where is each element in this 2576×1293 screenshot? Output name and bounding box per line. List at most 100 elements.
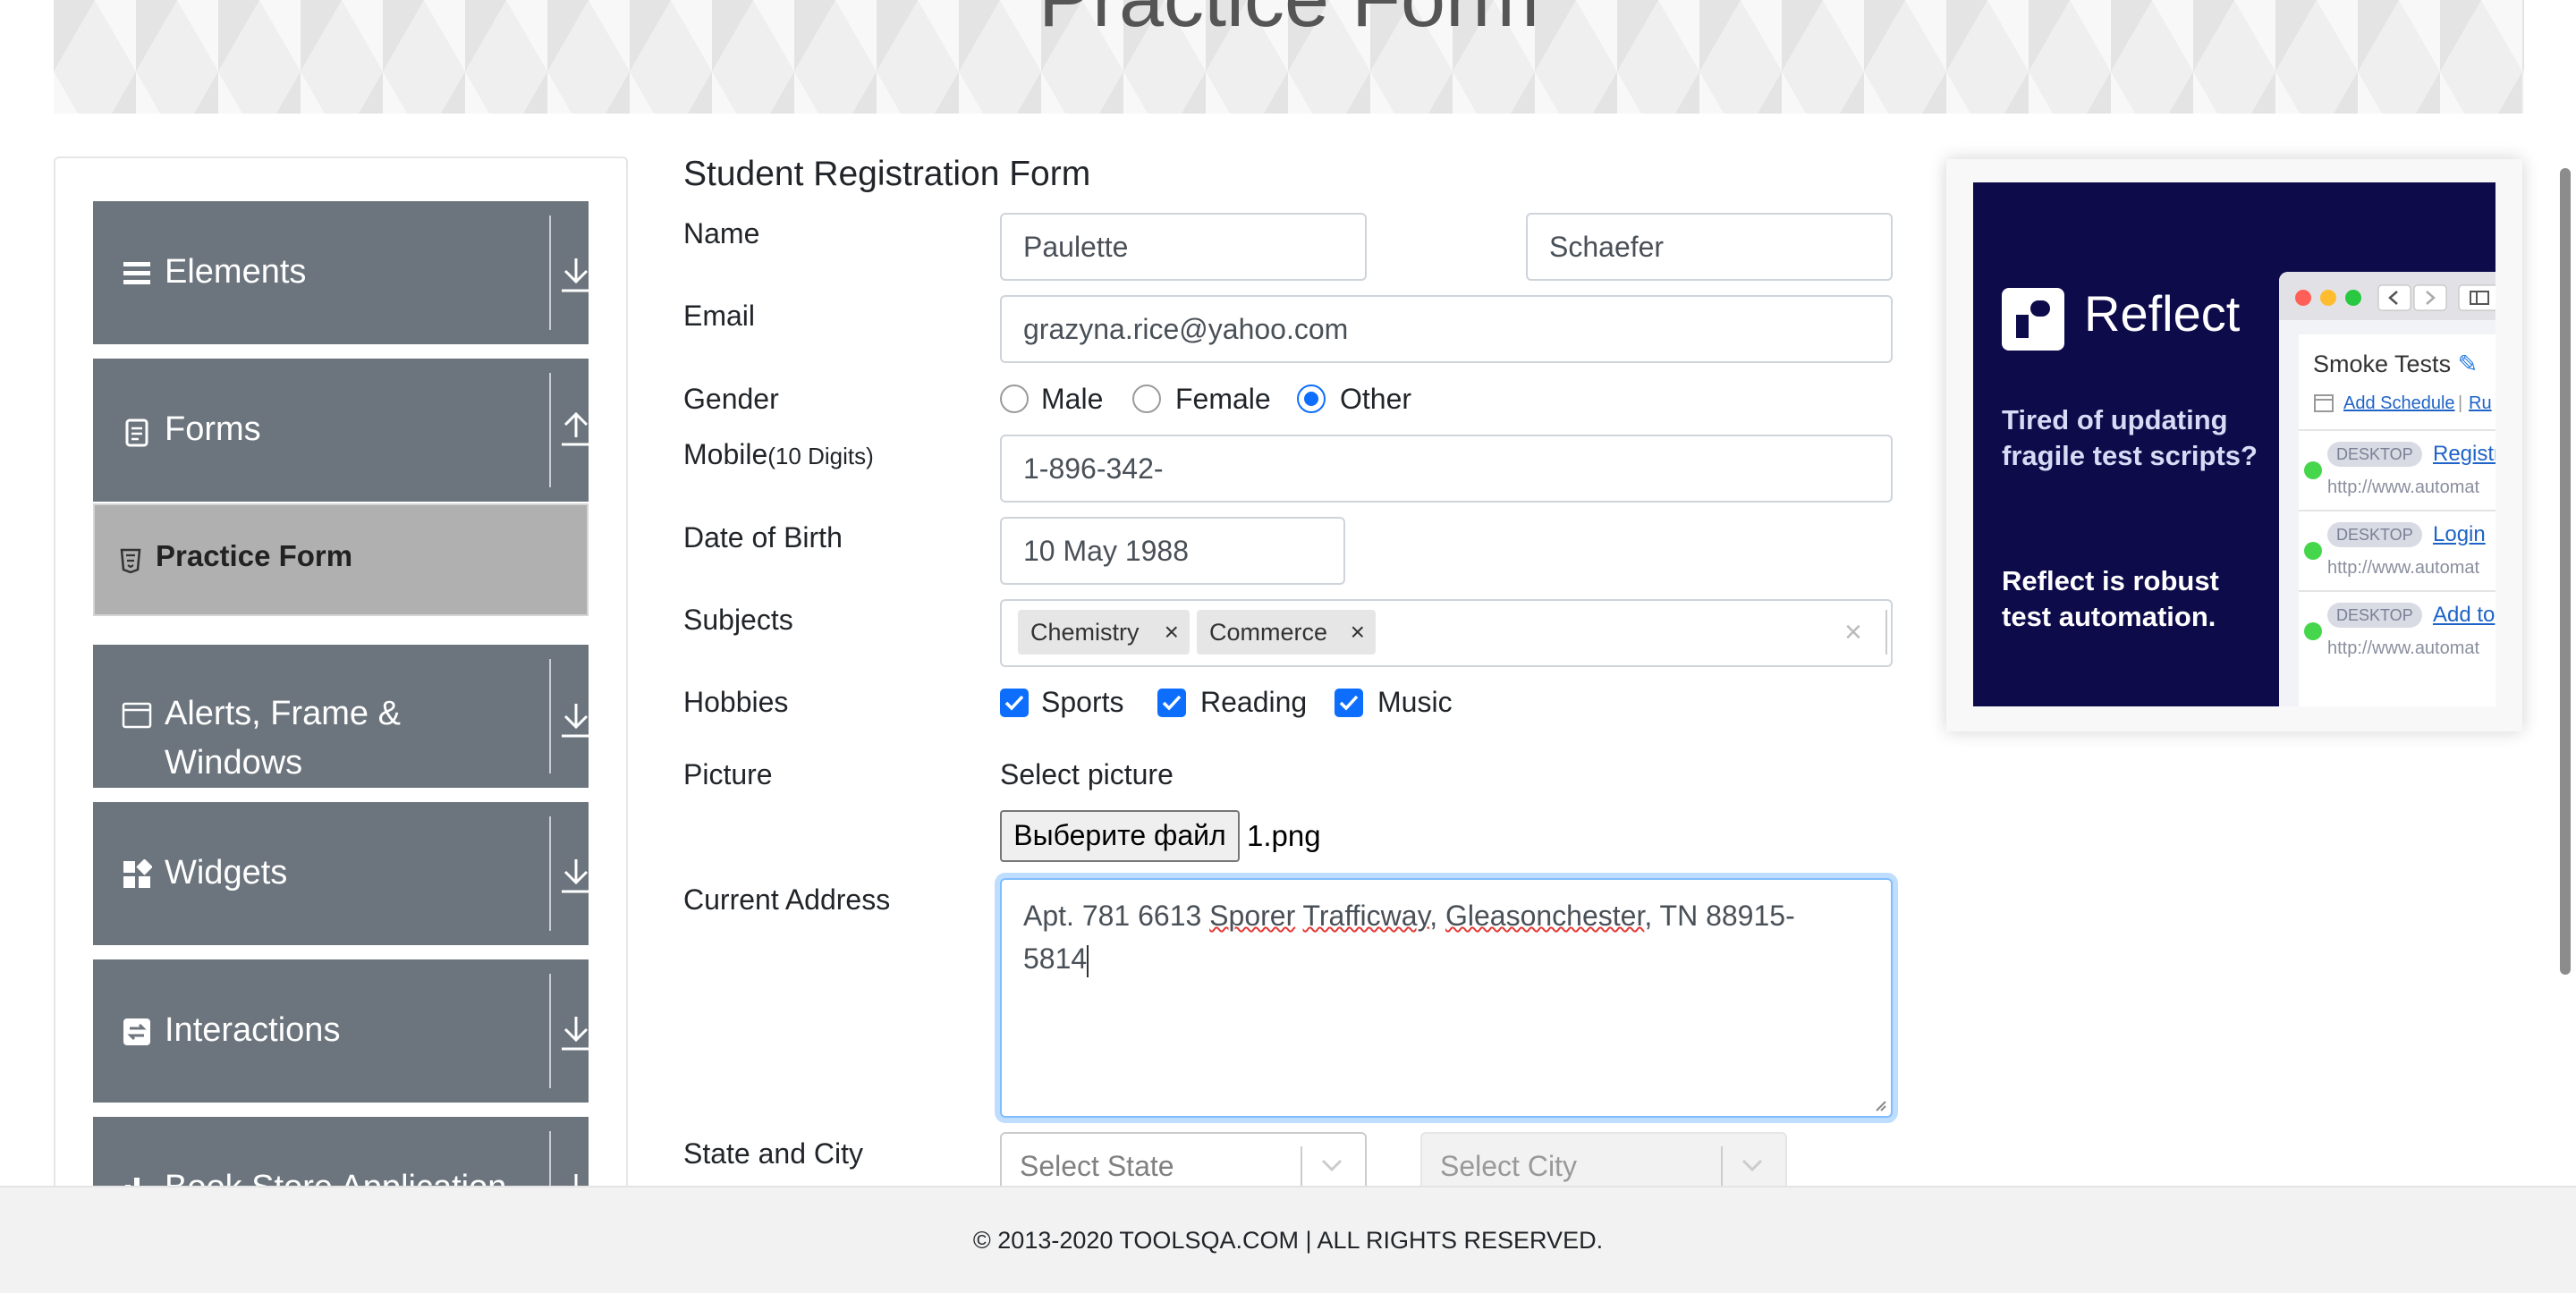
hobby-label: Sports xyxy=(1041,686,1124,718)
sidebar-group-alerts[interactable]: Alerts, Frame & Windows xyxy=(93,645,590,788)
status-dot-icon xyxy=(2304,461,2322,479)
test-url: http://www.automat xyxy=(2327,638,2480,658)
test-url: http://www.automat xyxy=(2327,477,2480,497)
address-text: 5814 xyxy=(1023,942,1088,975)
window-icon xyxy=(122,702,152,729)
gender-radio-male[interactable] xyxy=(1000,385,1029,413)
chevron-down-icon xyxy=(1321,1159,1343,1172)
hobby-checkbox-reading[interactable] xyxy=(1157,689,1186,717)
divider xyxy=(549,216,551,330)
current-address-label: Current Address xyxy=(683,883,891,916)
page-banner: Practice Form xyxy=(54,0,2524,114)
sidebar-item-label: Practice Form xyxy=(156,539,353,572)
upload-arrow-icon xyxy=(562,411,590,446)
address-text: , TN 88915- xyxy=(1644,900,1795,932)
gender-radio-other[interactable] xyxy=(1297,385,1326,413)
back-forward-icon xyxy=(2377,284,2447,311)
current-address-textarea[interactable]: Apt. 781 6613 Sporer Trafficway, Gleason… xyxy=(1000,878,1893,1118)
download-arrow-icon xyxy=(562,258,590,292)
subject-tag-label: Chemistry xyxy=(1030,619,1140,646)
ad-test-list: Smoke Tests ✎ Add Schedule | Ru DESKTOP … xyxy=(2299,334,2496,706)
divider xyxy=(549,816,551,931)
selected-file-name: 1.png xyxy=(1247,819,1321,852)
remove-tag-icon[interactable]: × xyxy=(1351,610,1365,655)
sidebar-group-forms[interactable]: Forms xyxy=(93,359,590,502)
email-label: Email xyxy=(683,300,756,332)
email-input[interactable]: grazyna.rice@yahoo.com xyxy=(1000,295,1893,363)
remove-tag-icon[interactable]: × xyxy=(1165,610,1179,655)
page-title: Practice Form xyxy=(54,0,2524,46)
checkmark-icon xyxy=(1339,695,1359,711)
hobby-label: Music xyxy=(1377,686,1453,718)
maximize-dot-icon xyxy=(2345,290,2361,306)
test-link: Add to xyxy=(2433,603,2496,627)
hobby-checkbox-music[interactable] xyxy=(1335,689,1363,717)
address-text: Gleasonchester xyxy=(1445,900,1645,932)
checkmark-icon xyxy=(1004,695,1024,711)
footer: © 2013-2020 TOOLSQA.COM | ALL RIGHTS RES… xyxy=(0,1186,2576,1293)
interactions-icon xyxy=(123,1018,150,1045)
sidebar-group-elements[interactable]: Elements xyxy=(93,201,590,344)
ad-headline: Tired of updating fragile test scripts? xyxy=(2002,404,2258,471)
ad-window-title: Smoke Tests ✎ xyxy=(2313,351,2478,378)
clear-subjects-icon[interactable]: × xyxy=(1844,615,1862,650)
sidebar-group-label: Elements xyxy=(165,253,307,291)
form-title: Student Registration Form xyxy=(683,155,1091,193)
sidebar-group-label: Forms xyxy=(165,410,261,448)
reflect-ad[interactable]: Reflect Tired of updating fragile test s… xyxy=(1973,182,2496,706)
sidebar: Elements Forms Practice Form Alerts, Fra… xyxy=(54,156,628,1293)
ad-window-title-text: Smoke Tests xyxy=(2313,351,2452,377)
address-text: , xyxy=(1429,900,1445,932)
ad-tagline: Reflect is robust test automation. xyxy=(2002,565,2219,632)
link-separator: | xyxy=(2458,393,2463,413)
hobby-checkbox-sports[interactable] xyxy=(1000,689,1029,717)
download-arrow-icon xyxy=(562,859,590,893)
ad-test-row: DESKTOP Registr http://www.automat xyxy=(2299,429,2496,510)
text-caret xyxy=(1087,944,1089,977)
subject-tag: Chemistry × xyxy=(1018,610,1190,655)
state-city-label: State and City xyxy=(683,1137,863,1170)
ad-test-row: DESKTOP Login http://www.automat xyxy=(2299,510,2496,590)
mobile-input[interactable]: 1-896-342- xyxy=(1000,435,1893,503)
sidebar-item-practice-form[interactable]: Practice Form xyxy=(93,503,589,616)
ad-test-row: DESKTOP Add to http://www.automat xyxy=(2299,590,2496,671)
add-schedule-link: Add Schedule xyxy=(2343,393,2455,413)
copyright-text: © 2013-2020 TOOLSQA.COM | ALL RIGHTS RES… xyxy=(972,1227,1604,1254)
address-text: Apt. 781 6613 xyxy=(1023,900,1210,932)
page-scrollbar-thumb[interactable] xyxy=(2560,168,2571,975)
state-placeholder: Select State xyxy=(1020,1150,1174,1182)
choose-file-button[interactable]: Выберите файл xyxy=(1000,810,1240,862)
document-icon xyxy=(125,418,148,447)
gender-label: Gender xyxy=(683,383,779,415)
first-name-input[interactable]: Paulette xyxy=(1000,213,1367,281)
close-dot-icon xyxy=(2295,290,2311,306)
checkmark-icon xyxy=(1162,695,1182,711)
ad-card[interactable]: Reflect Tired of updating fragile test s… xyxy=(1946,159,2522,731)
sidebar-toggle-icon xyxy=(2458,284,2496,311)
divider xyxy=(1721,1146,1723,1186)
reflect-logo-icon xyxy=(2002,288,2064,351)
ad-brand: Reflect xyxy=(2084,285,2241,342)
test-link: Registr xyxy=(2433,442,2496,466)
sidebar-group-label: Windows xyxy=(165,744,303,782)
hobby-label: Reading xyxy=(1200,686,1308,718)
minimize-dot-icon xyxy=(2320,290,2336,306)
sidebar-group-interactions[interactable]: Interactions xyxy=(93,959,590,1103)
platform-badge: DESKTOP xyxy=(2327,442,2422,467)
calendar-icon xyxy=(2314,394,2334,412)
date-of-birth-input[interactable]: 10 May 1988 xyxy=(1000,517,1345,585)
resize-handle-icon[interactable] xyxy=(1871,1096,1887,1112)
pencil-icon: ✎ xyxy=(2457,351,2479,377)
chevron-down-icon xyxy=(1741,1159,1763,1172)
status-dot-icon xyxy=(2304,622,2322,640)
sidebar-group-widgets[interactable]: Widgets xyxy=(93,802,590,945)
last-name-input[interactable]: Schaefer xyxy=(1526,213,1893,281)
address-text: Trafficway xyxy=(1302,900,1430,932)
subject-tag: Commerce × xyxy=(1197,610,1376,655)
gender-radio-female[interactable] xyxy=(1132,385,1161,413)
widgets-icon xyxy=(123,859,152,888)
subjects-label: Subjects xyxy=(683,604,793,636)
divider xyxy=(549,974,551,1088)
test-url: http://www.automat xyxy=(2327,558,2480,578)
mobile-hint: (10 Digits) xyxy=(767,443,874,469)
